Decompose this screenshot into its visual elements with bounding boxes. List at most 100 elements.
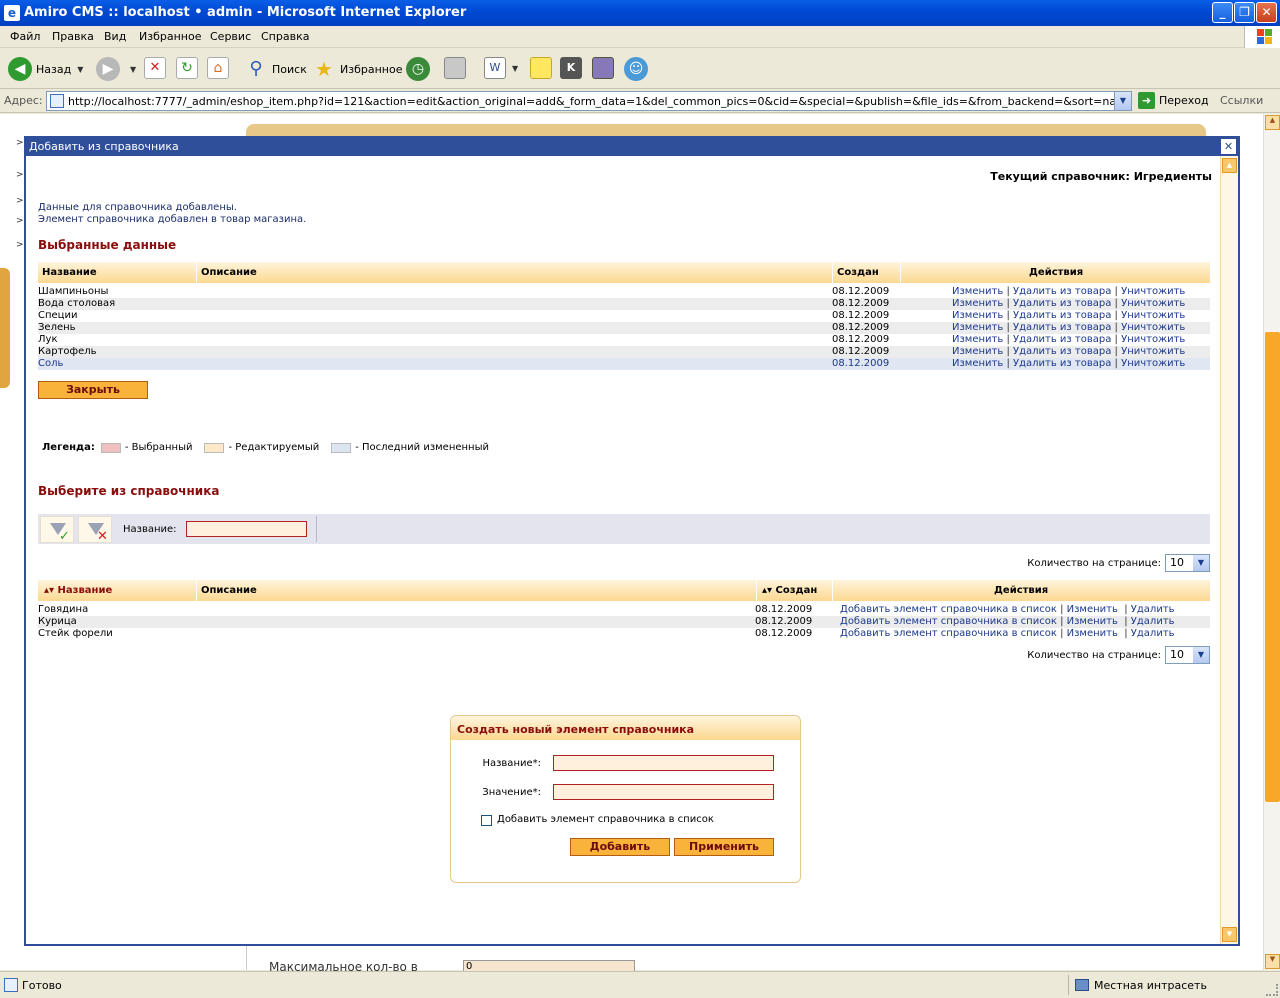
sidebar-expand-icon[interactable]: > bbox=[16, 196, 24, 206]
remove-from-product-link[interactable]: Удалить из товара bbox=[1013, 322, 1111, 333]
new-value-input[interactable] bbox=[553, 784, 774, 800]
resize-grip-icon[interactable] bbox=[1266, 984, 1278, 996]
search-button[interactable]: ⚲ Поиск bbox=[244, 57, 306, 81]
back-button[interactable]: ◀ Назад ▼ bbox=[8, 57, 83, 81]
sort-asc-icon: ▴▾ bbox=[44, 585, 55, 596]
menu-file[interactable]: Файл bbox=[10, 30, 40, 43]
forward-button[interactable]: ▶ ▼ bbox=[96, 57, 136, 81]
sidebar-expand-icon[interactable]: > bbox=[16, 216, 24, 226]
remove-from-product-link[interactable]: Удалить из товара bbox=[1013, 310, 1111, 321]
edit-link[interactable]: Изменить bbox=[952, 322, 1003, 333]
add-button[interactable]: Добавить bbox=[570, 838, 670, 856]
address-dropdown-icon[interactable]: ▼ bbox=[1114, 92, 1131, 110]
sidebar-tab[interactable] bbox=[0, 268, 10, 388]
col-description[interactable]: Описание bbox=[201, 267, 257, 278]
notes-button[interactable] bbox=[530, 57, 552, 79]
scroll-up-icon[interactable]: ▲ bbox=[1265, 115, 1280, 130]
destroy-link[interactable]: Уничтожить bbox=[1121, 298, 1185, 309]
filter-name-input[interactable] bbox=[186, 521, 307, 537]
per-page-select[interactable]: 10 ▼ bbox=[1165, 554, 1210, 572]
stop-button[interactable]: ✕ bbox=[144, 57, 166, 79]
scroll-down-icon[interactable]: ▼ bbox=[1265, 954, 1280, 969]
edit-link[interactable]: Изменить bbox=[1067, 604, 1118, 615]
delete-link[interactable]: Удалить bbox=[1131, 628, 1175, 639]
edit-dropdown-icon[interactable]: ▼ bbox=[512, 64, 518, 73]
scroll-up-icon[interactable]: ▲ bbox=[1222, 158, 1237, 173]
per-page-select[interactable]: 10 ▼ bbox=[1165, 646, 1210, 664]
edit-link[interactable]: Изменить bbox=[952, 346, 1003, 357]
history-button[interactable]: ◷ bbox=[406, 57, 434, 81]
links-label[interactable]: Ссылки bbox=[1220, 94, 1263, 107]
remove-from-product-link[interactable]: Удалить из товара bbox=[1013, 358, 1111, 369]
reset-filter-button[interactable]: ✕ bbox=[78, 516, 112, 544]
go-button[interactable]: ➜ Переход bbox=[1138, 92, 1209, 109]
add-to-list-checkbox-label[interactable]: Добавить элемент справочника в список bbox=[497, 814, 714, 825]
add-to-list-checkbox[interactable] bbox=[481, 815, 492, 826]
destroy-link[interactable]: Уничтожить bbox=[1121, 358, 1185, 369]
maximize-button[interactable]: ❐ bbox=[1234, 2, 1255, 23]
address-input[interactable]: http://localhost:7777/_admin/eshop_item.… bbox=[46, 91, 1132, 111]
destroy-link[interactable]: Уничтожить bbox=[1121, 346, 1185, 357]
messenger-button[interactable]: ☺ bbox=[624, 57, 652, 81]
back-dropdown-icon[interactable]: ▼ bbox=[77, 65, 83, 74]
sidebar-expand-icon[interactable]: > bbox=[16, 240, 24, 250]
page-scroll-thumb[interactable] bbox=[1265, 332, 1280, 802]
col-name-sorted[interactable]: ▴▾ Название bbox=[44, 585, 112, 596]
remove-from-product-link[interactable]: Удалить из товара bbox=[1013, 286, 1111, 297]
col-description[interactable]: Описание bbox=[201, 585, 257, 596]
address-url[interactable]: http://localhost:7777/_admin/eshop_item.… bbox=[68, 95, 1131, 108]
edit-link[interactable]: Изменить bbox=[1067, 628, 1118, 639]
remove-from-product-link[interactable]: Удалить из товара bbox=[1013, 346, 1111, 357]
sidebar-expand-icon[interactable]: > bbox=[16, 170, 24, 180]
favorites-button[interactable]: ★ Избранное bbox=[312, 57, 402, 81]
apply-button[interactable]: Применить bbox=[674, 838, 774, 856]
new-name-input[interactable] bbox=[553, 755, 774, 771]
destroy-link[interactable]: Уничтожить bbox=[1121, 310, 1185, 321]
close-dialog-button[interactable]: Закрыть bbox=[38, 381, 148, 399]
menu-view[interactable]: Вид bbox=[104, 30, 126, 43]
edit-link[interactable]: Изменить bbox=[952, 358, 1003, 369]
menu-tools[interactable]: Сервис bbox=[210, 30, 251, 43]
legend-selected: - Выбранный bbox=[124, 442, 193, 453]
col-created[interactable]: ▴▾ Создан bbox=[762, 585, 817, 596]
page-scrollbar[interactable]: ▲ ▼ bbox=[1263, 114, 1280, 970]
dialog-scrollbar[interactable]: ▲ ▼ bbox=[1220, 156, 1238, 944]
dialog-close-icon[interactable]: ✕ bbox=[1221, 139, 1236, 154]
chevron-down-icon[interactable]: ▼ bbox=[1193, 555, 1209, 571]
menu-edit[interactable]: Правка bbox=[52, 30, 94, 43]
row-name: Стейк форели bbox=[38, 628, 113, 639]
edit-link[interactable]: Изменить bbox=[952, 334, 1003, 345]
sidebar-expand-icon[interactable]: > bbox=[16, 138, 24, 148]
forward-dropdown-icon[interactable]: ▼ bbox=[130, 65, 136, 74]
col-name[interactable]: Название bbox=[42, 267, 97, 278]
close-button[interactable]: ✕ bbox=[1256, 2, 1277, 23]
research-button[interactable] bbox=[592, 57, 614, 79]
scroll-down-icon[interactable]: ▼ bbox=[1222, 927, 1237, 942]
edit-link[interactable]: Изменить bbox=[1067, 616, 1118, 627]
menu-help[interactable]: Справка bbox=[261, 30, 309, 43]
stop-icon: ✕ bbox=[144, 57, 166, 79]
destroy-link[interactable]: Уничтожить bbox=[1121, 286, 1185, 297]
add-to-list-link[interactable]: Добавить элемент справочника в список bbox=[840, 616, 1057, 627]
minimize-button[interactable]: _ bbox=[1212, 2, 1233, 23]
remove-from-product-link[interactable]: Удалить из товара bbox=[1013, 298, 1111, 309]
col-created[interactable]: Создан bbox=[837, 267, 879, 278]
delete-link[interactable]: Удалить bbox=[1131, 604, 1175, 615]
delete-link[interactable]: Удалить bbox=[1131, 616, 1175, 627]
k-button[interactable]: K bbox=[560, 57, 582, 79]
destroy-link[interactable]: Уничтожить bbox=[1121, 322, 1185, 333]
add-to-list-link[interactable]: Добавить элемент справочника в список bbox=[840, 628, 1057, 639]
edit-link[interactable]: Изменить bbox=[952, 298, 1003, 309]
edit-link[interactable]: Изменить bbox=[952, 310, 1003, 321]
apply-filter-button[interactable]: ✓ bbox=[40, 516, 74, 544]
print-button[interactable] bbox=[444, 57, 466, 79]
edit-link[interactable]: Изменить bbox=[952, 286, 1003, 297]
chevron-down-icon[interactable]: ▼ bbox=[1193, 647, 1209, 663]
refresh-button[interactable]: ↻ bbox=[176, 57, 198, 79]
remove-from-product-link[interactable]: Удалить из товара bbox=[1013, 334, 1111, 345]
edit-button[interactable]: W ▼ bbox=[484, 57, 518, 79]
home-button[interactable]: ⌂ bbox=[207, 57, 229, 79]
destroy-link[interactable]: Уничтожить bbox=[1121, 334, 1185, 345]
menu-favorites[interactable]: Избранное bbox=[139, 30, 201, 43]
add-to-list-link[interactable]: Добавить элемент справочника в список bbox=[840, 604, 1057, 615]
